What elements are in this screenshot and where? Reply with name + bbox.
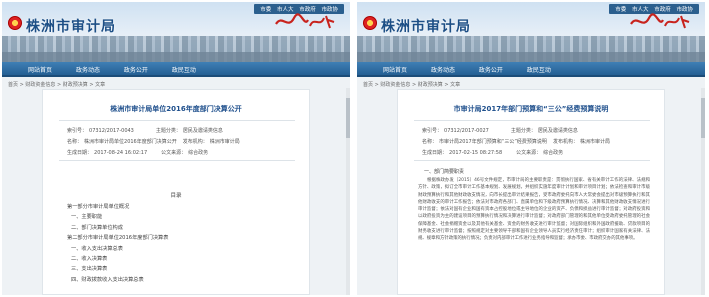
publish-date: 2017-08-24 16:02:17 (94, 150, 148, 156)
top-link[interactable]: 市委 (615, 7, 626, 13)
meta-row: 索引号： 07312/2017-0027 主题分类： 居民及邀请类信息 (422, 128, 578, 134)
publish-date: 2017-02-15 08:27:58 (449, 150, 503, 156)
index-number: 07312/2017-0027 (444, 128, 489, 134)
site-title[interactable]: 株洲市审计局 (381, 16, 471, 36)
toc-item: 第二部分市审计局单位2016年度部门决算表 (67, 235, 169, 242)
main-nav: 网站首页 政务动态 政务公开 政民互动 (357, 62, 705, 77)
divider (414, 160, 650, 161)
toc-title: 目录 (170, 193, 182, 199)
emblem-icon (8, 16, 22, 30)
nav-item-news[interactable]: 政务动态 (76, 67, 100, 74)
source: 综合政务 (543, 150, 564, 156)
meta-row: 名称： 市审计局2017年部门预算和“三公”经费预算说明 发布机构： 株洲市审计局 (422, 139, 610, 145)
scrollbar-thumb[interactable] (701, 98, 705, 138)
main-nav: 网站首页 政务动态 政务公开 政民互动 (2, 62, 350, 77)
site-header-banner: 市委 市人大 市政府 市政协 株洲市审计局 (357, 2, 705, 62)
section-heading: 一、部门简要职责 (424, 169, 465, 175)
nav-item-interaction[interactable]: 政民互动 (527, 67, 551, 74)
table-of-contents: 第一部分市审计局单位概况 一、主要职能 二、部门决算单位构成 第二部分市审计局单… (67, 202, 168, 285)
article-body: 根据株政办发〔2015〕46号文件规定，市审计局的主要职责是：贯彻执行国家、省有… (418, 178, 650, 242)
breadcrumb[interactable]: 首页 > 财政资金信息 > 财政预决算 > 文章 (8, 81, 105, 88)
doc-name: 市审计局2017年部门预算和“三公”经费预算说明 (439, 139, 547, 145)
article-panel: 市审计局2017年部门预算和“三公”经费预算说明 索引号： 07312/2017-… (397, 89, 665, 295)
toc-item: 一、收入支出决算总表 (71, 245, 123, 252)
nav-item-public[interactable]: 政务公开 (479, 67, 503, 74)
toc-item: 二、收入决算表 (71, 256, 108, 263)
issuer: 株洲市审计局 (209, 139, 240, 145)
left-browser-page: 市委 市人大 市政府 市政协 株洲市审计局 网站首页 政务动态 政务公开 政民互… (2, 2, 350, 295)
toc-item: 二、部门决算单位构成 (71, 224, 123, 231)
meta-row: 生成日期： 2017-08-24 16:02:17 公文来源： 综合政务 (67, 150, 209, 156)
meta-row: 名称： 株洲市审计局单位2016年度部门决算公开 发布机构： 株洲市审计局 (67, 139, 240, 145)
emblem-icon (363, 16, 377, 30)
doc-name: 株洲市审计局单位2016年度部门决算公开 (84, 139, 177, 145)
article-panel: 株洲市审计局单位2016年度部门决算公开 索引号： 07312/2017-0043… (42, 89, 310, 295)
breadcrumb[interactable]: 首页 > 财政资金信息 > 财政预决算 > 文章 (363, 81, 460, 88)
nav-item-interaction[interactable]: 政民互动 (172, 67, 196, 74)
scrollbar-thumb[interactable] (346, 98, 350, 138)
top-link[interactable]: 市委 (260, 7, 271, 13)
divider (59, 120, 295, 121)
divider (59, 160, 295, 161)
nav-item-public[interactable]: 政务公开 (124, 67, 148, 74)
site-header-banner: 市委 市人大 市政府 市政协 株洲市审计局 (2, 2, 350, 62)
index-number: 07312/2017-0043 (89, 128, 134, 134)
nav-item-news[interactable]: 政务动态 (431, 67, 455, 74)
scrollbar[interactable] (346, 88, 350, 295)
article-title: 株洲市审计局单位2016年度部门决算公开 (110, 105, 242, 113)
toc-item: 第一部分市审计局单位概况 (67, 204, 130, 210)
nav-item-home[interactable]: 网站首页 (28, 67, 52, 74)
toc-item: 四、财政拨款收入支出决算总表 (71, 276, 144, 283)
toc-item: 一、主要职能 (71, 214, 103, 221)
category: 居民及邀请类信息 (537, 128, 578, 134)
nav-item-home[interactable]: 网站首页 (383, 67, 407, 74)
site-title[interactable]: 株洲市审计局 (26, 16, 116, 36)
scrollbar[interactable] (701, 88, 705, 295)
calligraphy-logo-icon (275, 13, 335, 29)
divider (414, 120, 650, 121)
calligraphy-logo-icon (630, 13, 690, 29)
toc-item: 三、支出决算表 (71, 266, 108, 273)
right-browser-page: 市委 市人大 市政府 市政协 株洲市审计局 网站首页 政务动态 政务公开 政民互… (357, 2, 705, 295)
meta-row: 索引号： 07312/2017-0043 主题分类： 居民及邀请类信息 (67, 128, 223, 134)
issuer: 株洲市审计局 (579, 139, 610, 145)
meta-row: 生成日期： 2017-02-15 08:27:58 公文来源： 综合政务 (422, 150, 564, 156)
article-title: 市审计局2017年部门预算和“三公”经费预算说明 (453, 105, 609, 113)
category: 居民及邀请类信息 (182, 128, 223, 134)
source: 综合政务 (188, 150, 209, 156)
